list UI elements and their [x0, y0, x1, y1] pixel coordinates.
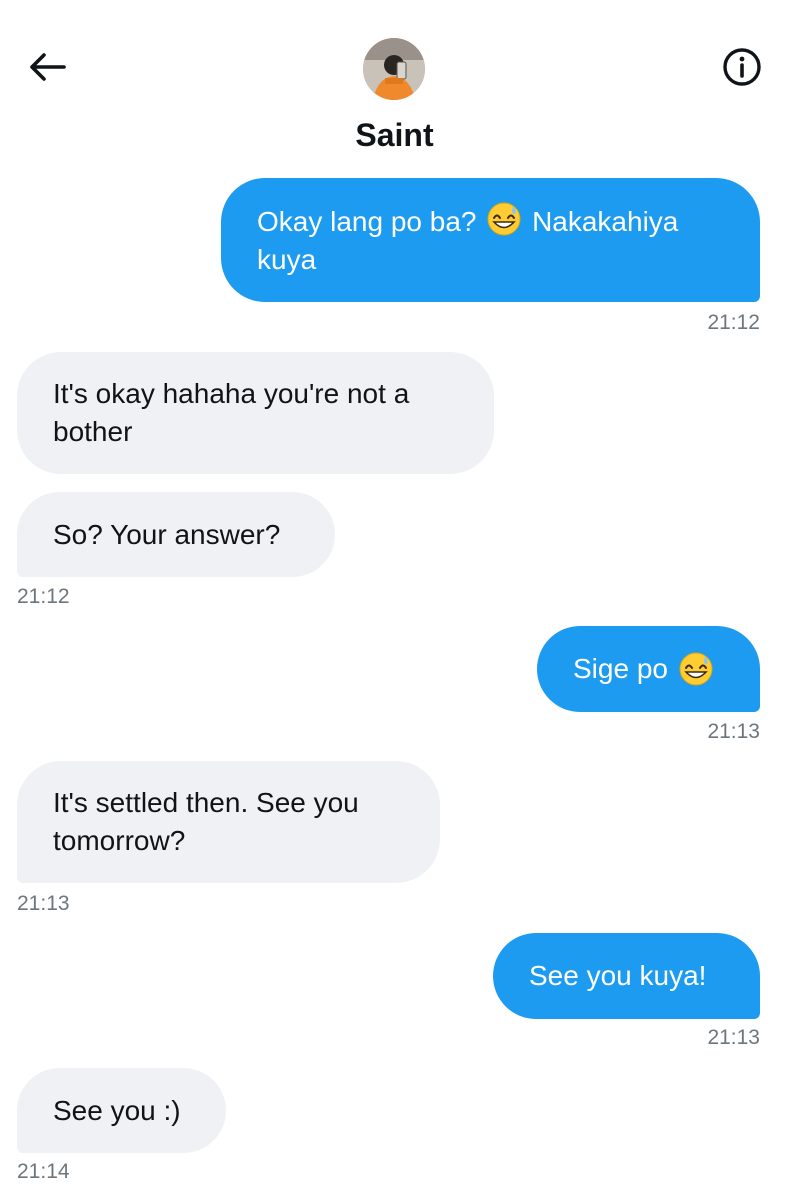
- message-text: So? Your answer?: [53, 518, 281, 550]
- message-bubble-received[interactable]: So? Your answer?: [17, 492, 335, 577]
- message-timestamp: 21:12: [17, 585, 70, 608]
- message-text-part: Okay lang po ba?: [257, 206, 477, 237]
- message-bubble-received[interactable]: See you :): [17, 1068, 226, 1153]
- info-circle-icon: [723, 48, 761, 86]
- message-text: Sige po: [573, 653, 668, 684]
- message-timestamp: 21:13: [17, 892, 70, 915]
- message-timestamp: 21:13: [707, 1026, 760, 1049]
- info-button[interactable]: [716, 44, 768, 90]
- conversation-header: Saint: [0, 0, 789, 170]
- message-bubble-sent[interactable]: Okay lang po ba? Nakakahiya kuya: [221, 178, 760, 302]
- message-text: Okay lang po ba? Nakakahiya: [257, 201, 678, 241]
- message-text-line: It's settled then. See you: [53, 787, 359, 818]
- message-bubble-received[interactable]: It's settled then. See you tomorrow?: [17, 761, 440, 883]
- message-timestamp: 21:14: [17, 1160, 70, 1183]
- message-bubble-received[interactable]: It's okay hahaha you're not a bother: [17, 352, 494, 474]
- conversation-title: Saint: [355, 117, 434, 153]
- message-timestamp: 21:13: [707, 720, 760, 743]
- avatar[interactable]: [363, 38, 425, 100]
- arrow-left-icon: [30, 53, 66, 81]
- message-text-line: tomorrow?: [53, 825, 186, 856]
- message-text-line: bother: [53, 416, 133, 447]
- message-text-line: kuya: [257, 244, 317, 275]
- message-text-part: Nakakahiya: [532, 206, 679, 237]
- grinning-face-with-sweat-emoji: [487, 202, 521, 236]
- grinning-face-with-sweat-emoji: [679, 652, 713, 686]
- avatar-photo: [363, 38, 425, 100]
- message-bubble-sent[interactable]: Sige po: [537, 626, 760, 712]
- message-timestamp: 21:12: [707, 311, 760, 334]
- message-text-line: It's okay hahaha you're not a: [53, 378, 410, 409]
- back-button[interactable]: [22, 44, 72, 90]
- message-text: See you :): [53, 1094, 181, 1126]
- message-bubble-sent[interactable]: See you kuya!: [493, 933, 760, 1019]
- message-text: See you kuya!: [529, 960, 707, 991]
